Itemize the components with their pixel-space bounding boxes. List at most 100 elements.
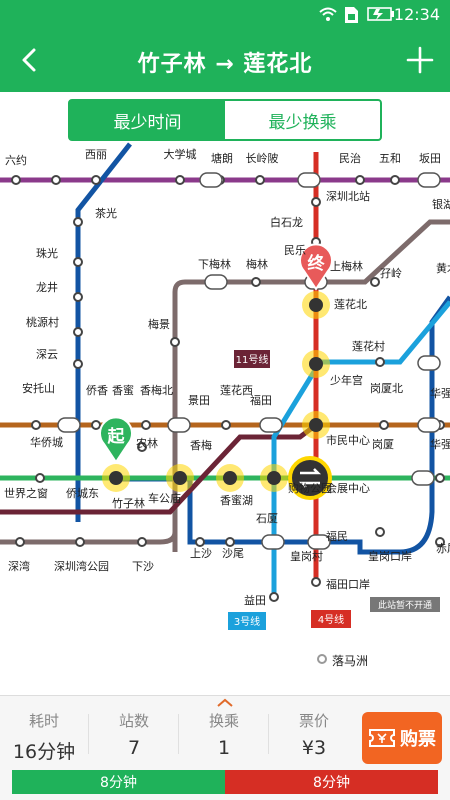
page-title: 竹子林 → 莲花北 <box>137 52 313 77</box>
svg-text:侨城东: 侨城东 <box>66 487 99 500</box>
svg-text:香梅: 香梅 <box>190 438 212 452</box>
svg-text:下沙: 下沙 <box>132 560 154 573</box>
line-3-badge: 3号线 <box>228 612 266 630</box>
title-bar: 竹子林 → 莲花北 <box>0 30 450 92</box>
svg-text:竹子林: 竹子林 <box>112 496 145 510</box>
svg-text:落马洲: 落马洲 <box>332 654 368 668</box>
svg-text:11号线: 11号线 <box>236 353 269 366</box>
svg-text:大学城: 大学城 <box>164 147 197 161</box>
fare-value: ¥3 <box>301 737 327 759</box>
route-mode-tabs: 最少时间 最少换乘 <box>68 99 382 141</box>
svg-text:农林: 农林 <box>136 436 158 450</box>
svg-text:终: 终 <box>308 253 326 274</box>
svg-text:白石龙: 白石龙 <box>270 215 303 229</box>
time-stat: 耗时 16分钟 <box>4 710 84 764</box>
svg-text:景田: 景田 <box>188 394 210 407</box>
svg-text:珠光: 珠光 <box>36 246 58 260</box>
svg-text:上沙: 上沙 <box>190 547 212 560</box>
svg-text:少年宫: 少年宫 <box>330 373 363 387</box>
svg-text:深圳北站: 深圳北站 <box>326 189 370 203</box>
divider <box>268 714 269 754</box>
status-bar: 12:34 <box>0 0 450 30</box>
svg-text:4号线: 4号线 <box>318 613 344 626</box>
time-label: 耗时 <box>28 712 59 730</box>
svg-text:此站暂不开通: 此站暂不开通 <box>378 599 432 611</box>
svg-text:世界之窗: 世界之窗 <box>4 486 48 500</box>
line-11-badge: 11号线 <box>234 350 270 368</box>
stations-value: 7 <box>127 737 141 759</box>
plus-icon[interactable] <box>402 42 438 78</box>
svg-text:侨香: 侨香 <box>86 384 108 397</box>
svg-text:益田: 益田 <box>244 593 266 607</box>
transfer-stat[interactable]: 换乘 1 <box>184 710 264 759</box>
fare-label: 票价 <box>298 712 329 730</box>
metro-map[interactable]: 起 终 六约 西丽 大学城 塘朗 长岭陂 民治 五和 坂田 茶光 珠光 龙井 桃… <box>0 92 450 695</box>
svg-text:孖岭: 孖岭 <box>380 266 402 280</box>
svg-text:莲花村: 莲花村 <box>352 339 385 353</box>
svg-text:桃源村: 桃源村 <box>26 315 59 329</box>
svg-text:华侨城: 华侨城 <box>30 435 63 449</box>
svg-text:市民中心: 市民中心 <box>326 433 370 447</box>
svg-text:福民: 福民 <box>326 529 348 543</box>
svg-text:坂田: 坂田 <box>419 152 441 165</box>
svg-text:长岭陂: 长岭陂 <box>246 151 279 165</box>
svg-text:民治: 民治 <box>339 151 361 165</box>
svg-text:福田口岸: 福田口岸 <box>326 577 370 591</box>
svg-text:香蜜: 香蜜 <box>112 383 134 397</box>
tab-least-transfer[interactable]: 最少换乘 <box>225 101 380 139</box>
svg-text:莲花西: 莲花西 <box>220 384 253 397</box>
transfer-value: 1 <box>217 737 231 759</box>
svg-text:六约: 六约 <box>5 154 27 167</box>
svg-text:银湖: 银湖 <box>432 197 450 211</box>
svg-text:龙井: 龙井 <box>36 280 58 294</box>
buy-ticket-button[interactable]: 购票 <box>362 712 442 764</box>
svg-text:华强北: 华强北 <box>430 386 450 400</box>
svg-text:上梅林: 上梅林 <box>330 259 363 273</box>
svg-text:岗厦: 岗厦 <box>372 438 394 451</box>
svg-text:3号线: 3号线 <box>234 615 260 628</box>
svg-text:下梅林: 下梅林 <box>198 257 231 271</box>
chevron-up-icon[interactable] <box>216 698 234 708</box>
svg-text:西丽: 西丽 <box>85 148 107 161</box>
stations-stat: 站数 7 <box>94 710 174 759</box>
svg-text:茶光: 茶光 <box>95 206 117 220</box>
svg-text:梅林: 梅林 <box>246 257 268 271</box>
clock: 12:34 <box>393 5 440 24</box>
svg-text:塘朗: 塘朗 <box>211 151 233 165</box>
ticket-icon <box>369 729 395 747</box>
stations-label: 站数 <box>118 712 149 730</box>
buy-ticket-label: 购票 <box>400 729 436 750</box>
svg-text:沙尾: 沙尾 <box>222 547 244 560</box>
svg-text:赤尾: 赤尾 <box>436 542 450 555</box>
svg-text:民乐: 民乐 <box>284 244 306 257</box>
svg-text:香蜜湖: 香蜜湖 <box>220 493 253 507</box>
svg-text:梅景: 梅景 <box>148 317 170 331</box>
svg-text:深圳湾公园: 深圳湾公园 <box>54 559 109 573</box>
svg-text:皇岗口岸: 皇岗口岸 <box>368 549 412 563</box>
battery-icon <box>367 7 394 21</box>
svg-text:岗厦北: 岗厦北 <box>370 382 403 395</box>
svg-text:车公庙: 车公庙 <box>148 491 181 505</box>
svg-text:皇岗村: 皇岗村 <box>290 549 323 563</box>
svg-text:深云: 深云 <box>36 348 58 361</box>
metro-map-canvas[interactable]: 起 终 六约 西丽 大学城 塘朗 长岭陂 民治 五和 坂田 茶光 珠光 龙井 桃… <box>0 92 450 695</box>
divider <box>88 714 89 754</box>
svg-text:五和: 五和 <box>379 152 401 165</box>
svg-text:莲花北: 莲花北 <box>334 298 367 311</box>
svg-text:起: 起 <box>107 426 126 447</box>
segment-bar-line4: 8分钟 <box>225 770 438 794</box>
divider <box>178 714 179 754</box>
svg-text:福田: 福田 <box>250 393 272 407</box>
line-7-track <box>75 142 132 522</box>
time-value: 16分钟 <box>12 741 76 763</box>
tab-least-time[interactable]: 最少时间 <box>70 101 225 139</box>
transfer-label: 换乘 <box>208 712 239 730</box>
segment-bar-line1: 8分钟 <box>12 770 225 794</box>
line-4-badge: 4号线 <box>311 610 351 628</box>
sim-card-icon <box>345 7 358 23</box>
svg-text:华强路: 华强路 <box>430 437 450 451</box>
svg-text:黄木岗: 黄木岗 <box>436 261 450 275</box>
svg-text:深湾: 深湾 <box>8 559 30 573</box>
start-marker: 起 <box>99 416 133 464</box>
wifi-icon <box>319 7 337 21</box>
